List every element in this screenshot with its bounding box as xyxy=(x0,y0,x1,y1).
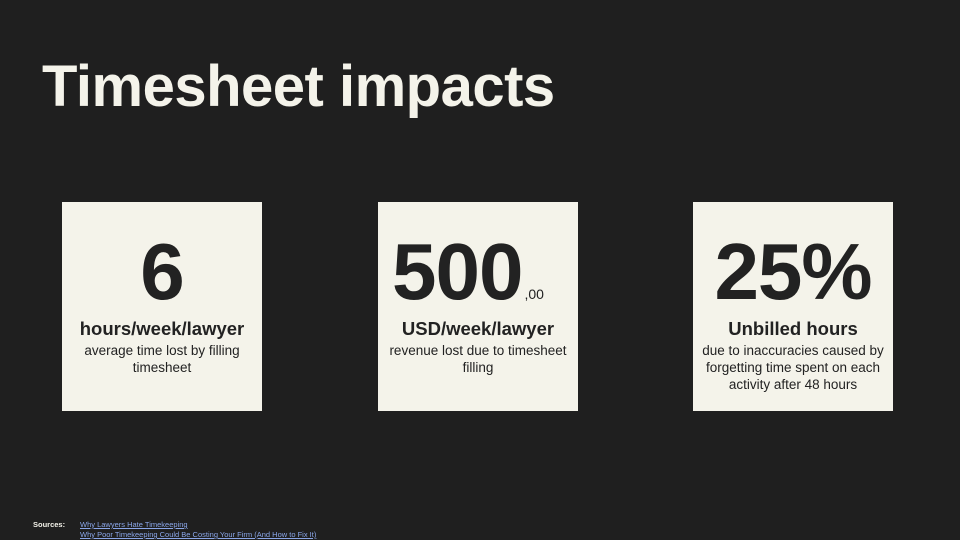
stat-description: due to inaccuracies caused by forgetting… xyxy=(702,343,884,392)
stat-value-number: 25% xyxy=(714,227,872,316)
stat-card-unbilled: 25% Unbilled hours due to inaccuracies c… xyxy=(693,202,893,411)
stat-headline: hours/week/lawyer xyxy=(79,318,245,339)
stat-value: 6 xyxy=(62,232,262,312)
sources-links: Why Lawyers Hate Timekeeping Why Poor Ti… xyxy=(80,520,316,540)
source-link-lawyers-hate-timekeeping[interactable]: Why Lawyers Hate Timekeeping xyxy=(80,520,316,530)
source-link-poor-timekeeping-cost[interactable]: Why Poor Timekeeping Could Be Costing Yo… xyxy=(80,530,316,540)
stat-value-decimals: ,00 xyxy=(524,286,544,302)
stat-description: average time lost by filling timesheet xyxy=(84,343,240,375)
stat-value: 25% xyxy=(693,232,893,312)
stat-description: revenue lost due to timesheet filling xyxy=(389,343,567,375)
stat-value-number: 6 xyxy=(140,227,184,316)
stat-card-hours: 6 hours/week/lawyer average time lost by… xyxy=(62,202,262,411)
sources-label: Sources: xyxy=(33,520,66,529)
slide-title: Timesheet impacts xyxy=(42,54,555,119)
stat-value: 500,00 xyxy=(392,232,544,312)
stat-headline: Unbilled hours xyxy=(728,318,858,339)
stat-card-revenue: 500,00 USD/week/lawyer revenue lost due … xyxy=(378,202,578,411)
stat-value-number: 500 xyxy=(392,227,523,316)
stat-headline: USD/week/lawyer xyxy=(401,318,555,339)
